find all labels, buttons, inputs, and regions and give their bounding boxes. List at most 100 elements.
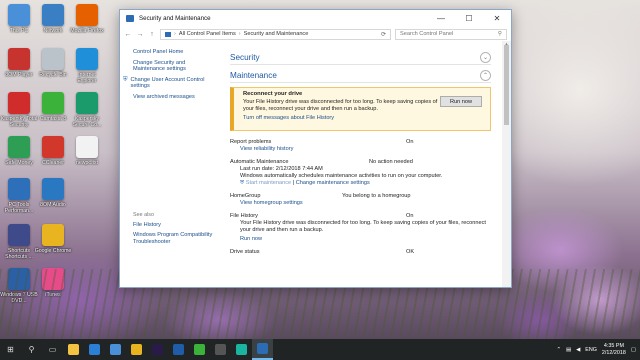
change-uac-link[interactable]: ⛨ Change User Account Control settings <box>123 77 213 90</box>
search-icon[interactable]: ⚲ <box>498 31 502 37</box>
desktop-icon[interactable]: 8OM Player <box>0 48 38 78</box>
auto-maintenance-value: No action needed <box>369 159 413 165</box>
desktop-icon[interactable]: PC Tools Performan... <box>0 178 38 214</box>
taskbar-recorder-icon[interactable] <box>231 339 252 360</box>
file-history-link[interactable]: File History <box>133 222 213 228</box>
compat-troubleshooter-link[interactable]: Windows Program Compatibility Troublesho… <box>133 232 213 245</box>
desktop-icon[interactable]: Safe Money <box>0 136 38 166</box>
search-icon[interactable]: ⚲ <box>21 339 42 360</box>
windows-logo-icon[interactable]: ⊞ <box>0 339 21 360</box>
taskbar-camtasia-icon[interactable] <box>189 339 210 360</box>
desktop-icon[interactable]: Google Chrome <box>34 224 72 254</box>
chevron-down-icon[interactable]: ⌄ <box>480 52 491 63</box>
address-field[interactable]: › All Control Panel Items › Security and… <box>160 28 391 40</box>
store-icon <box>110 344 121 355</box>
change-settings-link[interactable]: Change Security and Maintenance settings <box>133 60 213 73</box>
desktop-icon[interactable]: 8OM Audio <box>34 178 72 208</box>
desktop-icon[interactable]: Shortcuts Shortcuts ... <box>0 224 38 260</box>
maximize-button[interactable]: ☐ <box>455 10 483 27</box>
maintenance-section-header[interactable]: Maintenance ⌃ <box>230 69 491 83</box>
desktop-icon-label: 8OM Player <box>5 72 33 78</box>
alert-run-now-button[interactable]: Run now <box>440 96 482 107</box>
taskbar-explorer-icon[interactable] <box>63 339 84 360</box>
app-icon <box>42 178 64 200</box>
security-section-header[interactable]: Security ⌄ <box>230 51 491 65</box>
desktop-icon-label: Camtasia 8 <box>39 116 67 122</box>
desktop-icon-label: Mozilla Firefox <box>70 28 104 34</box>
breadcrumb-all-items[interactable]: All Control Panel Items <box>179 31 236 37</box>
drive-status-label: Drive status <box>230 249 260 255</box>
turn-off-messages-link[interactable]: Turn off messages about File History <box>243 115 485 121</box>
desktop-icon[interactable]: Windows 7 USB DVD... <box>0 268 38 304</box>
clock-time: 4:35 PM <box>603 342 624 349</box>
taskbar-premiere-icon[interactable] <box>147 339 168 360</box>
taskbar-edge-icon[interactable] <box>84 339 105 360</box>
file-history-label: File History <box>230 213 258 219</box>
up-arrow-icon[interactable]: ↑ <box>148 31 156 38</box>
homegroup-value: You belong to a homegroup <box>342 193 411 199</box>
desktop-icon[interactable]: Network <box>34 4 72 34</box>
notifications-icon[interactable]: ▢ <box>631 347 636 353</box>
taskbar-control-panel-icon[interactable] <box>252 339 273 360</box>
desktop-icon[interactable]: Recycle Bin <box>34 48 72 78</box>
security-heading: Security <box>230 53 260 62</box>
premiere-icon <box>152 344 163 355</box>
taskbar-store-icon[interactable] <box>105 339 126 360</box>
desktop-icon[interactable]: Mozilla Firefox <box>68 4 106 34</box>
change-uac-label: Change User Account Control settings <box>130 76 205 90</box>
back-arrow-icon[interactable]: ← <box>124 31 132 38</box>
last-run-date: Last run date: 2/12/2018 7:44 AM <box>240 166 323 172</box>
desktop-icon-label: PC Tools Performan... <box>4 202 34 214</box>
desktop-icon[interactable]: Kaspersky Secure Co... <box>68 92 106 128</box>
search-box[interactable]: ⚲ <box>395 28 507 40</box>
desktop-icon-label: Kaspersky Secure Co... <box>72 116 102 128</box>
taskbar-chrome-icon[interactable] <box>126 339 147 360</box>
desktop-icon[interactable]: Camtasia 8 <box>34 92 72 122</box>
chevron-up-icon[interactable]: ⌃ <box>480 70 491 81</box>
title-bar[interactable]: Security and Maintenance — ☐ ✕ <box>120 10 511 27</box>
desktop-icon-label: Network <box>43 28 63 34</box>
chevron-up-icon[interactable]: ⌃ <box>556 347 561 353</box>
desktop-icon[interactable]: iTunes <box>34 268 72 298</box>
volume-icon[interactable]: ◀ <box>576 347 580 353</box>
control-panel-icon <box>257 343 268 354</box>
breadcrumb-security[interactable]: Security and Maintenance <box>244 31 309 37</box>
vertical-scrollbar[interactable]: ▲ <box>502 41 511 287</box>
desktop-icon[interactable]: Internet Explorer <box>68 48 106 84</box>
close-button[interactable]: ✕ <box>483 10 511 27</box>
desktop-icon[interactable]: This PC <box>0 4 38 34</box>
control-panel-home-link[interactable]: Control Panel Home <box>133 49 224 56</box>
clock[interactable]: 4:35 PM 2/12/2018 <box>602 343 626 357</box>
homegroup-settings-link[interactable]: View homegroup settings <box>240 200 303 206</box>
desktop-icon-label: CCleaner <box>42 160 64 166</box>
security-maintenance-window[interactable]: Security and Maintenance — ☐ ✕ ← → ↑ › A… <box>119 9 512 288</box>
app-icon <box>42 136 64 158</box>
file-history-run-now-link[interactable]: Run now <box>240 236 262 242</box>
archived-messages-link[interactable]: View archived messages <box>133 94 224 101</box>
network-icon[interactable]: ▤ <box>566 347 571 353</box>
desktop-icon[interactable]: newpc.txt <box>68 136 106 166</box>
maintenance-shield-icon: ⛨ <box>240 180 245 186</box>
change-maintenance-settings-link[interactable]: Change maintenance settings <box>296 180 370 186</box>
breadcrumb-separator: › <box>174 31 176 37</box>
alert-body: Your File History drive was disconnected… <box>243 99 438 112</box>
start-maintenance-link[interactable]: Start maintenance <box>246 180 291 186</box>
desktop-icon-label: iTunes <box>45 292 61 298</box>
forward-arrow-icon[interactable]: → <box>136 31 144 38</box>
scrollbar-thumb[interactable] <box>504 45 509 125</box>
breadcrumb-separator: › <box>238 31 241 37</box>
task-view-icon[interactable]: ▭ <box>42 339 63 360</box>
desktop-icon[interactable]: CCleaner <box>34 136 72 166</box>
taskbar-clip-icon[interactable] <box>210 339 231 360</box>
app-icon <box>42 224 64 246</box>
taskbar-photoshop-icon[interactable] <box>168 339 189 360</box>
system-tray: ⌃ ▤ ◀ ENG 4:35 PM 2/12/2018 ▢ <box>556 343 640 357</box>
see-also-heading: See also <box>133 212 154 218</box>
search-input[interactable] <box>400 31 498 37</box>
minimize-button[interactable]: — <box>427 10 455 27</box>
language-indicator[interactable]: ENG <box>585 347 597 353</box>
refresh-icon[interactable]: ⟳ <box>381 31 386 38</box>
desktop-icon[interactable]: Kaspersky Total Security <box>0 92 38 128</box>
reliability-history-link[interactable]: View reliability history <box>240 146 293 152</box>
app-icon <box>8 268 30 290</box>
